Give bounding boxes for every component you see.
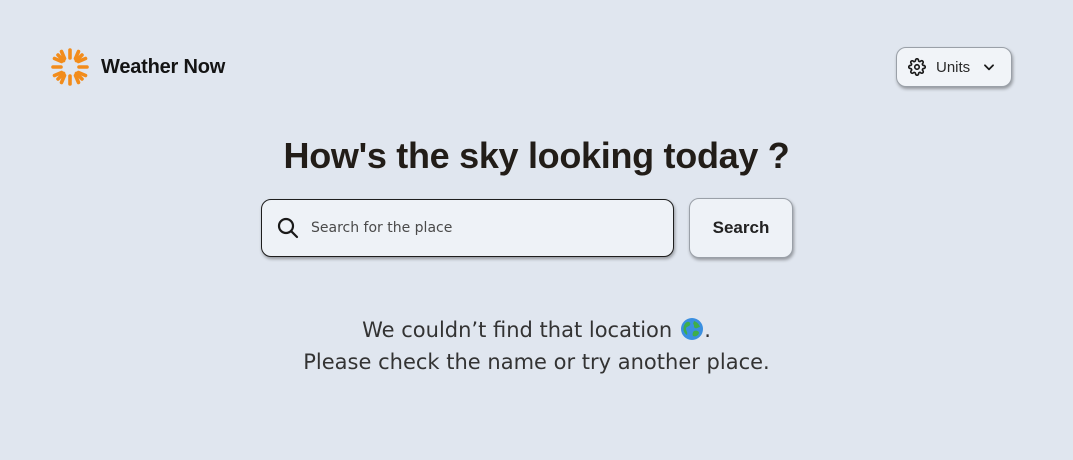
units-dropdown-button[interactable]: Units	[896, 47, 1012, 87]
search-input[interactable]	[311, 220, 651, 236]
app-header: Weather Now Units	[50, 47, 1012, 87]
page-title: How's the sky looking today ?	[283, 135, 790, 176]
brand-name: Weather Now	[101, 55, 226, 78]
error-line-2: Please check the name or try another pla…	[303, 350, 770, 374]
sun-icon	[50, 47, 90, 87]
gear-icon	[907, 57, 927, 77]
units-label: Units	[936, 58, 971, 76]
search-icon	[276, 216, 300, 240]
error-line-1-text: We couldn’t find that location	[362, 318, 673, 342]
error-line-1-period: .	[704, 318, 711, 342]
error-message: We couldn’t find that location . Please …	[0, 314, 1073, 378]
error-line-1: We couldn’t find that location .	[0, 314, 1073, 346]
search-box[interactable]	[261, 199, 674, 257]
search-button[interactable]: Search	[689, 198, 793, 258]
globe-icon	[680, 317, 704, 341]
chevron-down-icon	[982, 60, 996, 74]
brand[interactable]: Weather Now	[50, 47, 225, 87]
